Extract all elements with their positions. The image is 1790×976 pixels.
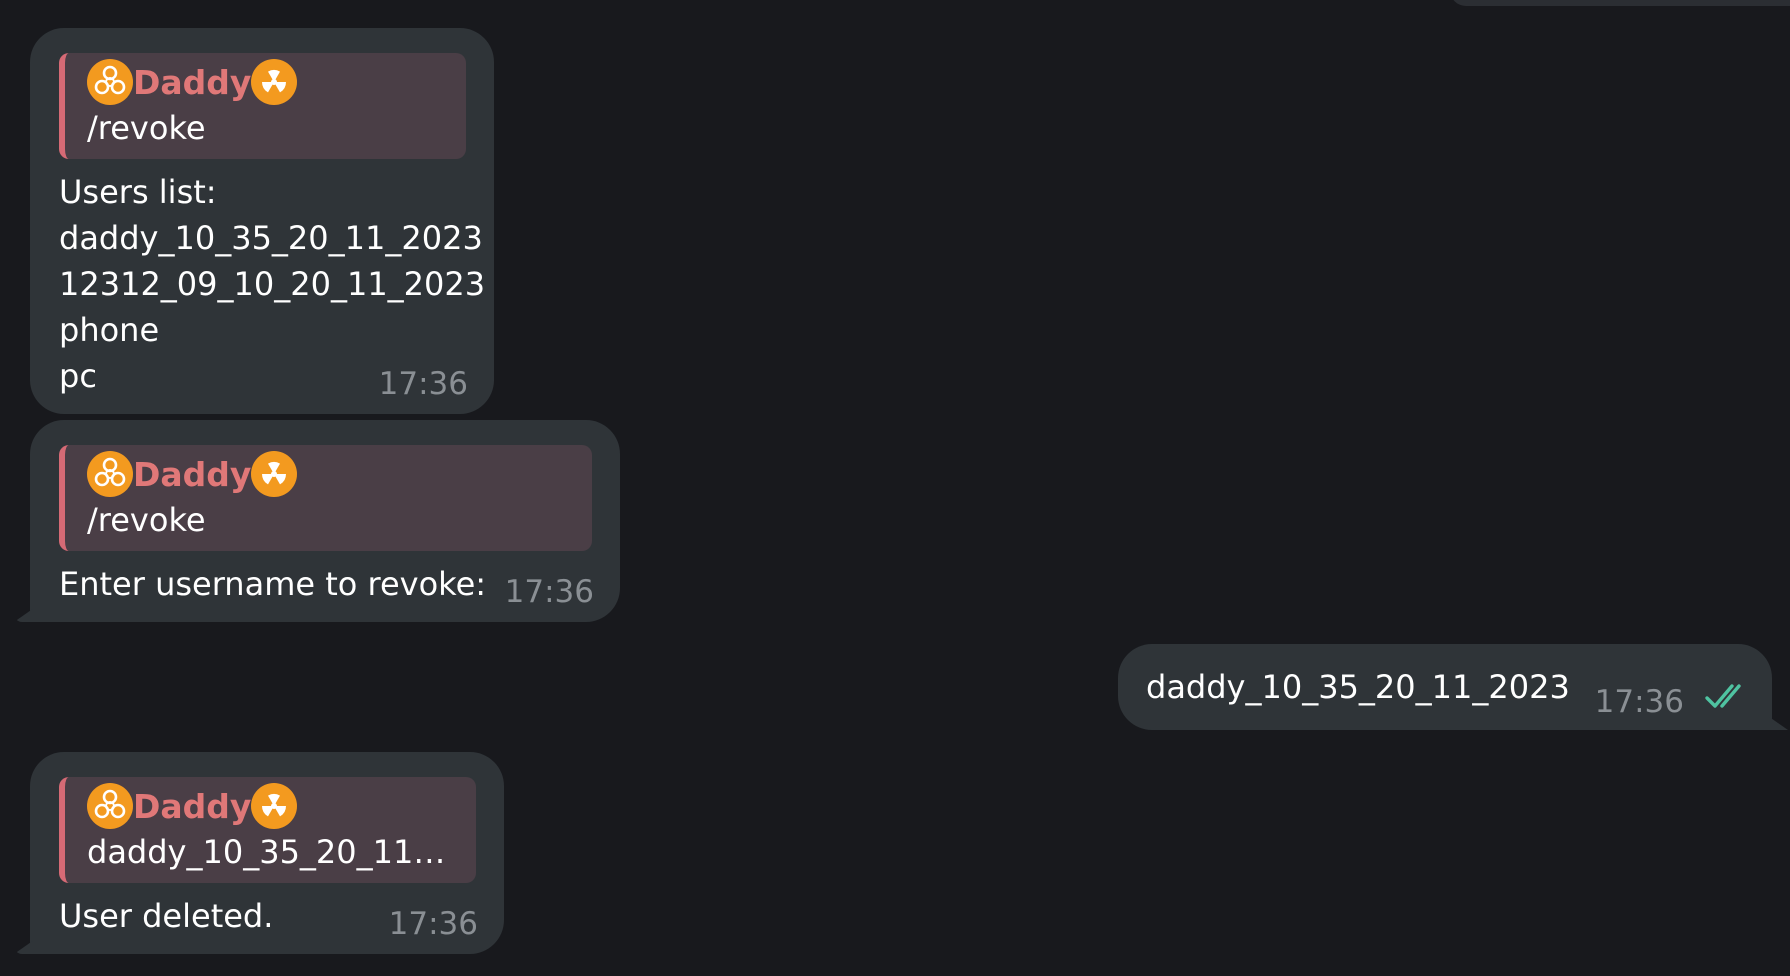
radioactive-icon — [251, 783, 298, 829]
reply-text: daddy_10_35_20_11_... — [87, 833, 458, 871]
reply-text: /revoke — [87, 501, 206, 539]
message-line: daddy_10_35_20_11_2023 — [59, 219, 483, 257]
radioactive-icon — [251, 59, 298, 105]
radioactive-icon — [251, 451, 298, 497]
reply-sender-name: Daddy — [133, 786, 252, 826]
message-line: phone — [59, 311, 160, 349]
message-time: 17:36 — [378, 366, 468, 402]
reply-text: /revoke — [87, 109, 206, 147]
incoming-message-user-deleted[interactable]: Daddy daddy_10_35_20_11_... User deleted… — [30, 752, 504, 954]
biohazard-icon — [87, 783, 133, 829]
reply-sender: Daddy — [87, 59, 448, 105]
reply-sender-name: Daddy — [133, 454, 252, 494]
reply-sender: Daddy — [87, 783, 458, 829]
message-line: 12312_09_10_20_11_2023 — [59, 265, 486, 303]
reply-sender: Daddy — [87, 451, 574, 497]
incoming-message-enter-username[interactable]: Daddy /revoke Enter username to revoke: … — [30, 420, 620, 622]
reply-preview[interactable]: Daddy daddy_10_35_20_11_... — [59, 777, 476, 883]
previous-message-edge — [1450, 0, 1790, 6]
biohazard-icon — [87, 451, 133, 497]
message-time: 17:36 — [504, 574, 594, 610]
reply-preview[interactable]: Daddy /revoke — [59, 53, 466, 159]
message-time: 17:36 — [1594, 684, 1684, 720]
double-check-icon — [1705, 684, 1741, 708]
biohazard-icon — [87, 59, 133, 105]
reply-preview[interactable]: Daddy /revoke — [59, 445, 592, 551]
outgoing-message-username[interactable]: daddy_10_35_20_11_2023 17:36 — [1118, 644, 1772, 730]
message-line: Users list: — [59, 173, 217, 211]
incoming-message-users-list[interactable]: Daddy /revoke Users list: daddy_10_35_20… — [30, 28, 494, 414]
reply-sender-name: Daddy — [133, 62, 252, 102]
message-time: 17:36 — [388, 906, 478, 942]
